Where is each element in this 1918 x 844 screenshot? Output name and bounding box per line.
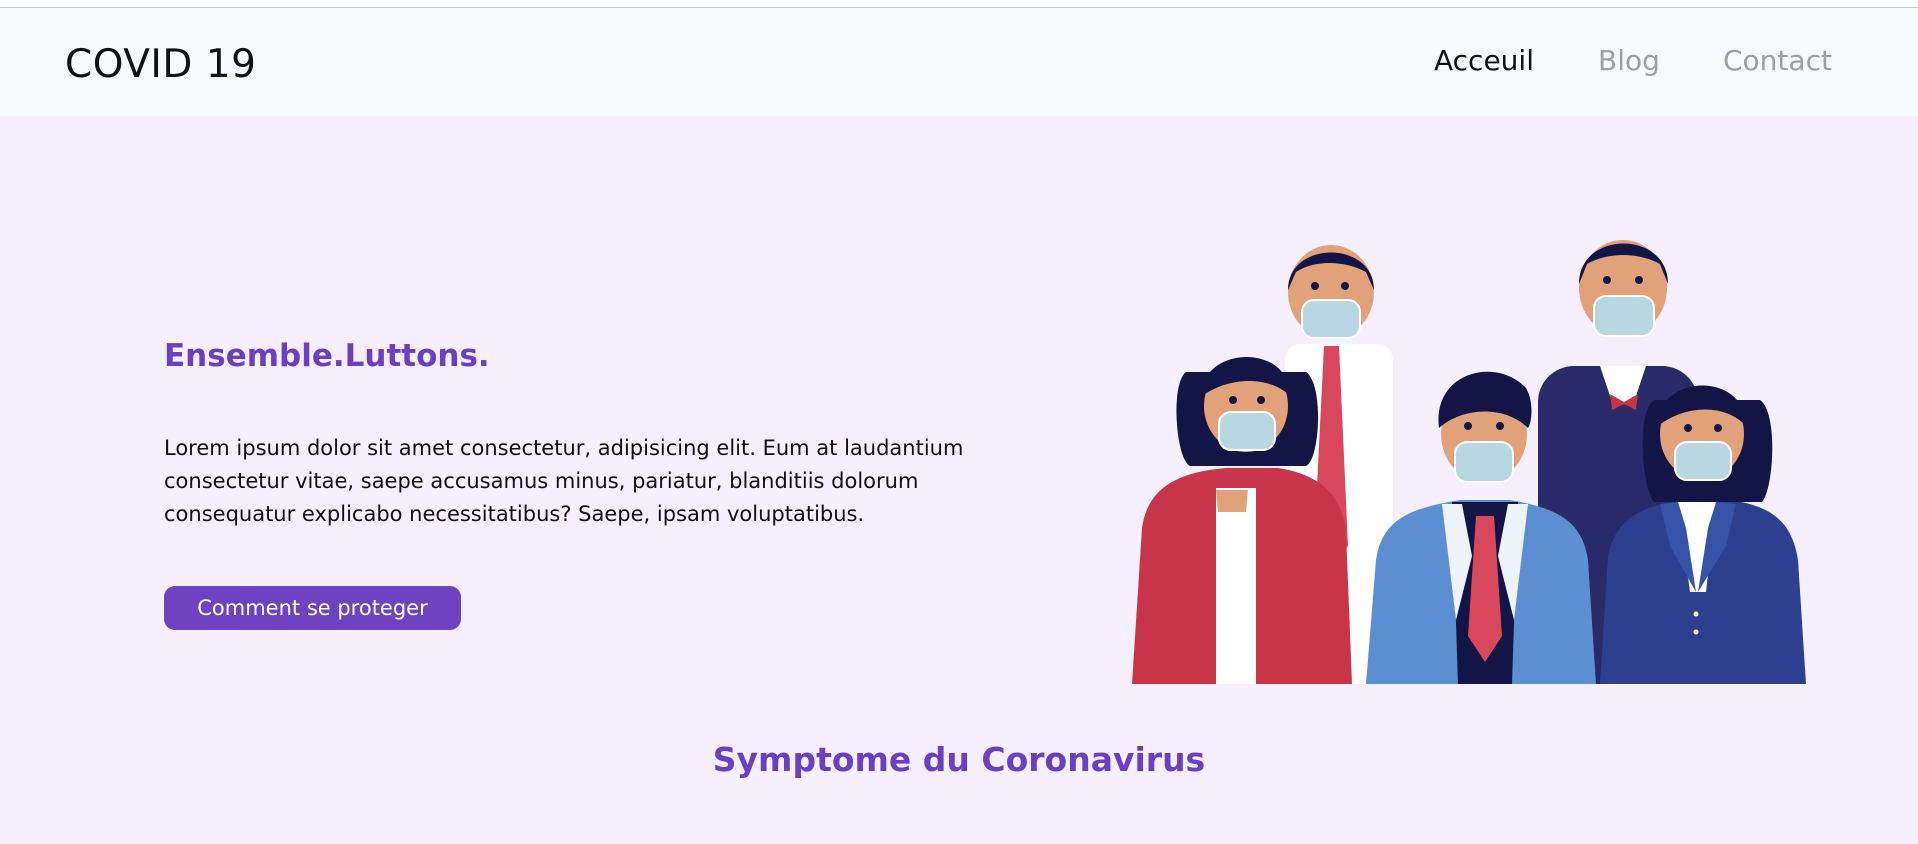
nav-link-acceuil[interactable]: Acceuil [1434,44,1534,77]
hero-title: Ensemble.Luttons. [164,338,490,374]
navbar: COVID 19 Acceuil Blog Contact [0,8,1918,116]
brand-logo[interactable]: COVID 19 [65,42,256,87]
hero-description: Lorem ipsum dolor sit amet consectetur, … [164,436,964,526]
nav-link-blog[interactable]: Blog [1598,44,1660,77]
browser-top-edge [0,0,1918,8]
hero-section: Ensemble.Luttons. Lorem ipsum dolor sit … [0,116,1918,844]
symptoms-section-title: Symptome du Coronavirus [712,740,1206,779]
people-wearing-masks-illustration [1132,240,1806,684]
nav-link-contact[interactable]: Contact [1723,44,1832,77]
protection-button[interactable]: Comment se proteger [164,586,461,630]
